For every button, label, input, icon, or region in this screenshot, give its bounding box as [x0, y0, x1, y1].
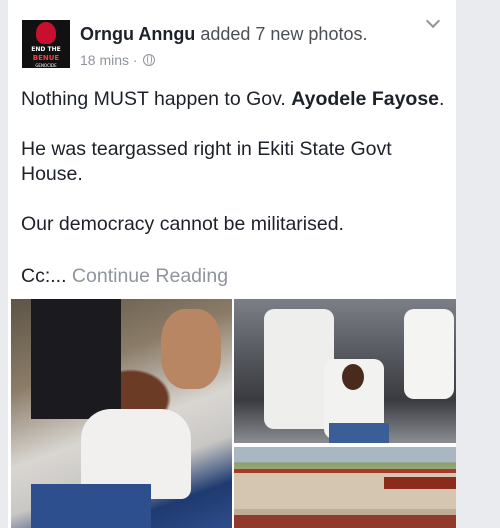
post-paragraph-2-line-2: House.	[21, 163, 83, 185]
photo-detail	[404, 309, 454, 399]
post-paragraph-4: Cc:... Continue Reading	[21, 263, 228, 289]
continue-reading-link[interactable]: Continue Reading	[72, 265, 228, 287]
photo-detail	[234, 469, 456, 509]
hand-logo-icon	[36, 22, 56, 44]
post-meta: 18 mins ·	[80, 52, 156, 68]
paragraph-text: Nothing MUST happen to Gov.	[21, 88, 292, 110]
avatar-text-3: GENOCIDE	[35, 63, 57, 68]
photo-3[interactable]	[234, 447, 456, 528]
author-name[interactable]: Orngu Anngu	[80, 24, 195, 44]
timestamp[interactable]: 18 mins	[80, 52, 129, 68]
post-paragraph-2-line-1: He was teargassed right in Ekiti State G…	[21, 138, 392, 160]
photo-detail	[31, 299, 121, 419]
avatar[interactable]: END THE BENUE GENOCIDE	[22, 20, 70, 68]
post-action: added 7 new photos.	[200, 24, 368, 44]
photo-detail	[161, 309, 221, 389]
post-card: END THE BENUE GENOCIDE Orngu Anngu added…	[8, 0, 456, 528]
paragraph-text: Cc:...	[21, 265, 72, 287]
meta-dot: ·	[132, 52, 138, 68]
post-header: Orngu Anngu added 7 new photos.	[80, 24, 367, 45]
avatar-text-1: END THE	[31, 46, 61, 53]
paragraph-text: .	[439, 88, 445, 110]
photo-detail	[342, 364, 364, 390]
post-paragraph-1: Nothing MUST happen to Gov. Ayodele Fayo…	[21, 86, 444, 112]
photo-2[interactable]	[234, 299, 456, 443]
chevron-down-icon[interactable]	[424, 14, 442, 32]
photo-detail	[384, 477, 456, 489]
mentioned-name[interactable]: Ayodele Fayose	[291, 88, 439, 110]
avatar-text-2: BENUE	[32, 54, 60, 62]
photo-detail	[31, 484, 151, 528]
photo-detail	[329, 423, 389, 443]
photo-detail	[234, 515, 456, 528]
globe-icon	[143, 54, 156, 66]
photo-1[interactable]	[11, 299, 232, 528]
post-paragraph-3: Our democracy cannot be militarised.	[21, 213, 344, 235]
